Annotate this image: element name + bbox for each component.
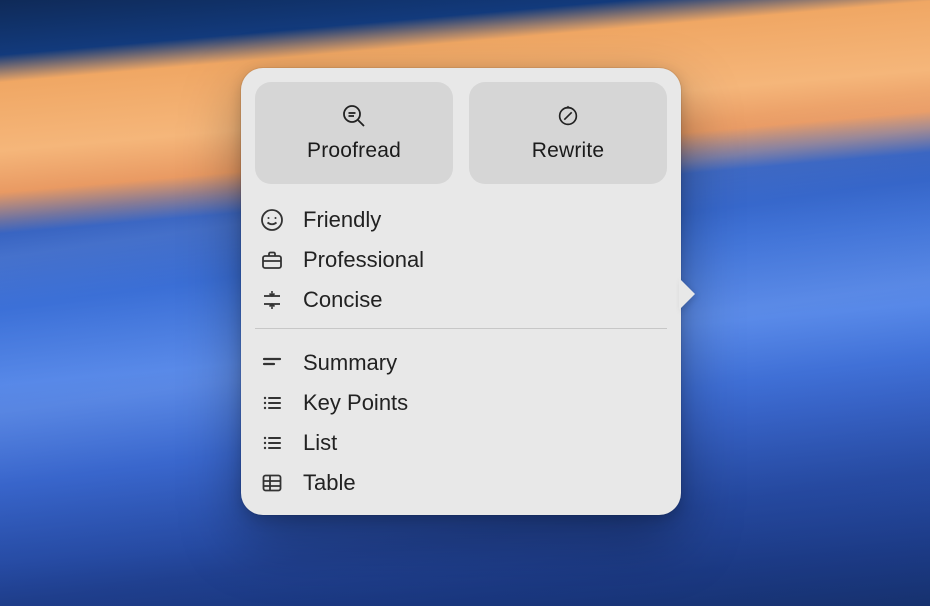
proofread-label: Proofread [307, 139, 401, 163]
professional-item[interactable]: Professional [257, 240, 667, 280]
summary-icon [259, 350, 285, 376]
smiley-icon [259, 207, 285, 233]
rewrite-label: Rewrite [532, 139, 605, 163]
table-label: Table [303, 470, 356, 496]
tone-section: Friendly Professional Conci [255, 196, 667, 320]
summary-item[interactable]: Summary [257, 343, 667, 383]
list-icon [259, 430, 285, 456]
proofread-button[interactable]: Proofread [255, 82, 453, 184]
rewrite-button[interactable]: Rewrite [469, 82, 667, 184]
friendly-item[interactable]: Friendly [257, 200, 667, 240]
table-item[interactable]: Table [257, 463, 667, 503]
professional-label: Professional [303, 247, 424, 273]
rewrite-icon [555, 103, 581, 129]
menu-separator [255, 328, 667, 329]
keypoints-icon [259, 390, 285, 416]
concise-icon [259, 287, 285, 313]
summary-label: Summary [303, 350, 397, 376]
concise-item[interactable]: Concise [257, 280, 667, 320]
keypoints-label: Key Points [303, 390, 408, 416]
keypoints-item[interactable]: Key Points [257, 383, 667, 423]
primary-actions-row: Proofread Rewrite [255, 82, 667, 184]
concise-label: Concise [303, 287, 382, 313]
table-icon [259, 470, 285, 496]
list-item[interactable]: List [257, 423, 667, 463]
briefcase-icon [259, 247, 285, 273]
list-label: List [303, 430, 337, 456]
writing-tools-popover: Proofread Rewrite Fr [241, 68, 681, 515]
friendly-label: Friendly [303, 207, 381, 233]
format-section: Summary Key Points [255, 339, 667, 503]
proofread-icon [341, 103, 367, 129]
